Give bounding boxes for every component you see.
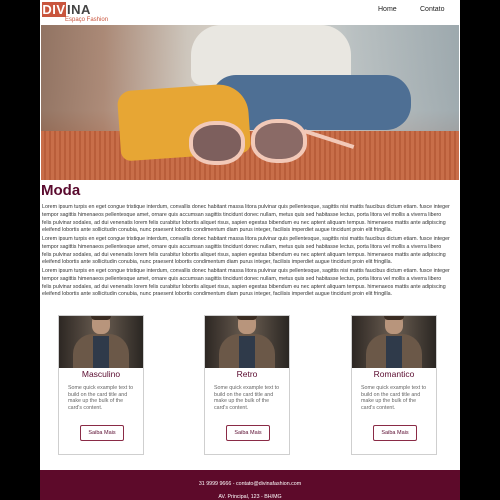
nav-home-link[interactable]: Home [378,6,397,13]
sunglasses-lens-left [189,121,245,165]
logo-tagline: Espaço Fashion [65,17,109,23]
card-image-shirt [386,336,402,368]
hero-image [41,25,459,180]
card-romantico: Romantico Some quick example text to bui… [351,315,437,455]
footer: 31 9999 9666 - contato@divinafashion.com… [40,470,460,500]
sunglasses-lens-right [251,119,307,163]
logo-box: DIV [42,2,66,17]
footer-contact: 31 9999 9666 - contato@divinafashion.com [198,481,302,487]
card-image-shirt [239,336,255,368]
paragraph: Lorem ipsum turpis en eget congue tristi… [42,204,450,234]
card-image [352,316,436,368]
logo[interactable]: DIV INA Espaço Fashion [42,2,108,24]
card-masculino: Masculino Some quick example text to bui… [58,315,144,455]
logo-text: INA [67,2,91,17]
saiba-mais-button[interactable]: Saiba Mais [373,425,417,441]
card-image-hair [237,316,257,320]
card-title: Romantico [373,369,415,379]
nav-contato-link[interactable]: Contato [420,6,445,13]
card-text: Some quick example text to build on the … [214,385,280,411]
card-text: Some quick example text to build on the … [361,385,427,411]
card-image [59,316,143,368]
card-text: Some quick example text to build on the … [68,385,134,411]
page-title: Moda [41,182,81,199]
card-image-hair [384,316,404,320]
card-image-hair [91,316,111,320]
card-retro: Retro Some quick example text to build o… [204,315,290,455]
saiba-mais-button[interactable]: Saiba Mais [226,425,270,441]
header: DIV INA Espaço Fashion Home Contato [40,0,460,24]
page: DIV INA Espaço Fashion Home Contato Moda… [40,0,460,500]
card-title: Retro [236,369,258,379]
paragraph: Lorem ipsum turpis en eget congue tristi… [42,236,450,266]
card-title: Masculino [81,369,121,379]
card-image [205,316,289,368]
paragraph: Lorem ipsum turpis en eget congue tristi… [42,268,450,298]
saiba-mais-button[interactable]: Saiba Mais [80,425,124,441]
card-image-shirt [93,336,109,368]
footer-address: AV. Principal, 123 - BH/MG [218,494,282,500]
